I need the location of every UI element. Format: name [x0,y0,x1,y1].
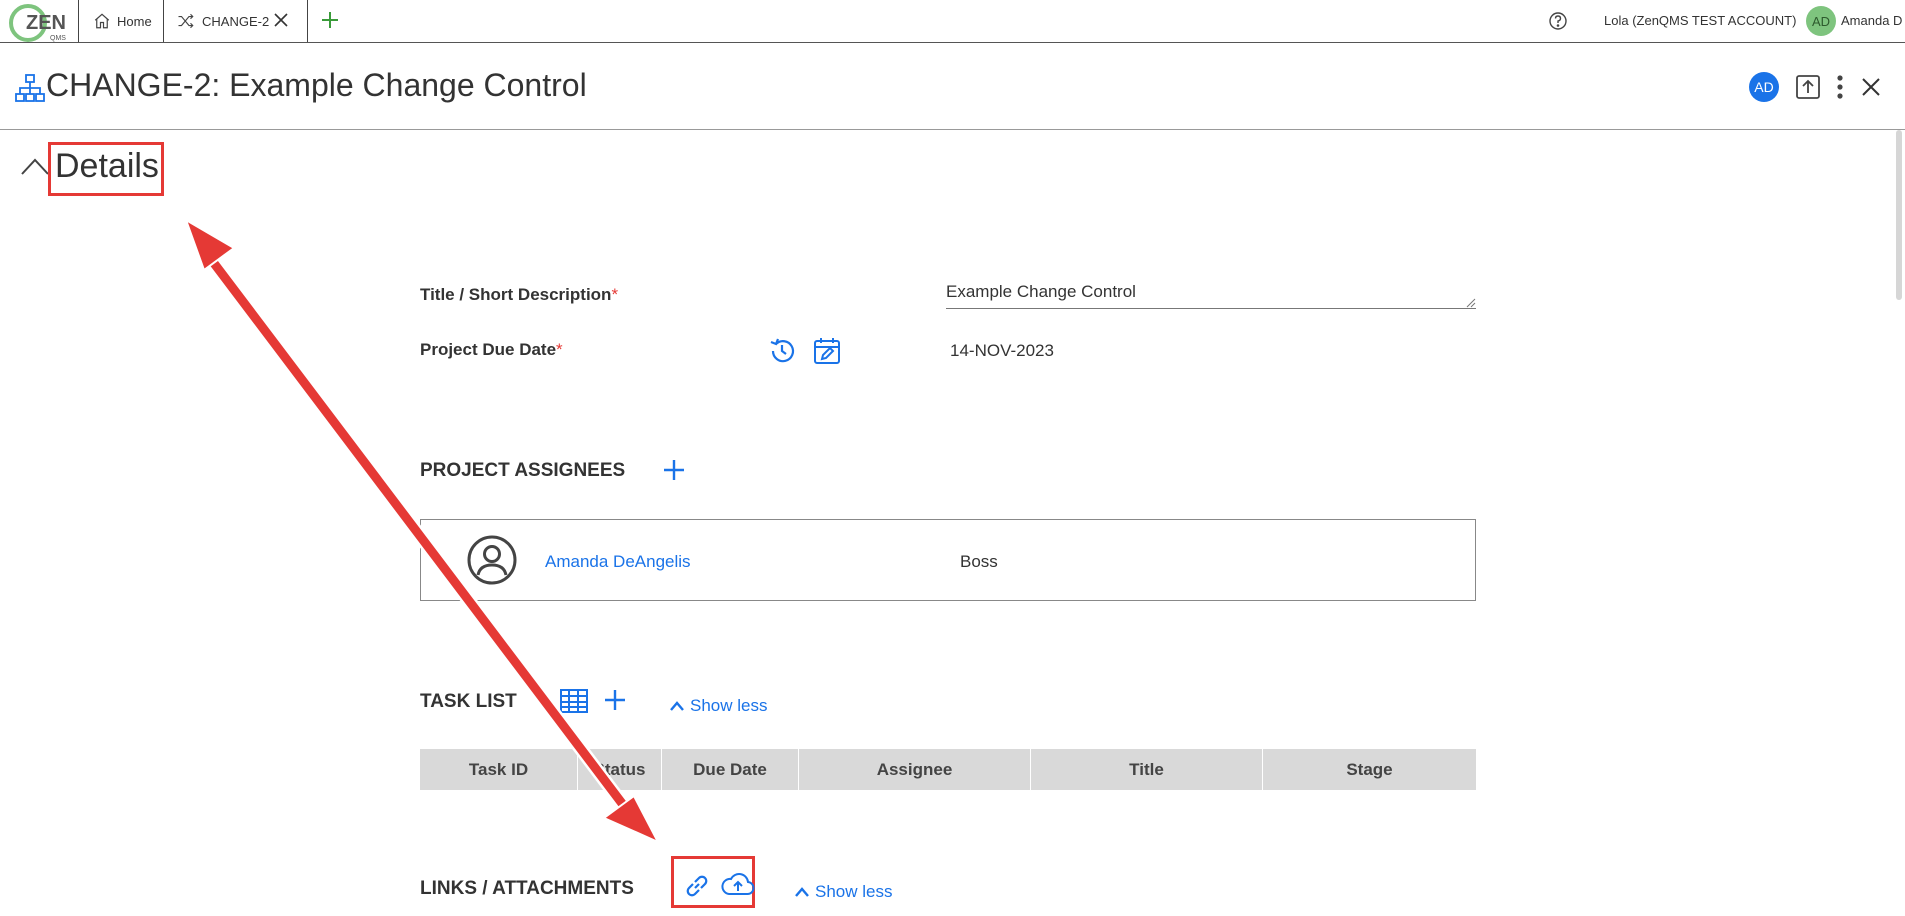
assignee-name-link[interactable]: Amanda DeAngelis [545,552,691,572]
help-icon[interactable] [1548,11,1568,31]
svg-text:ZEN: ZEN [26,12,66,34]
resize-grip-icon[interactable] [1466,298,1476,308]
task-list-show-less[interactable]: Show less [670,696,767,716]
task-list-heading: TASK LIST [420,691,517,712]
svg-text:QMS: QMS [50,35,66,42]
chevron-up-icon [795,887,809,897]
shuffle-icon [178,13,194,29]
home-icon [94,13,110,29]
tab-home-label: Home [117,13,152,29]
due-date-label: Project Due Date* [420,340,563,360]
scrollbar[interactable] [1896,130,1902,300]
column-header-assignee[interactable]: Assignee [799,749,1031,790]
links-show-less[interactable]: Show less [795,882,892,902]
page-title: CHANGE-2: Example Change Control [46,67,587,103]
task-table-header: Task ID Status Due Date Assignee Title S… [420,749,1476,790]
links-attachments-heading: LINKS / ATTACHMENTS [420,878,634,899]
assignee-avatar[interactable]: AD [1749,72,1779,102]
user-avatar[interactable]: AD [1806,6,1836,36]
title-label: Title / Short Description* [420,285,618,305]
link-icon[interactable] [682,871,712,901]
due-date-value: 14-NOV-2023 [950,341,1054,360]
cloud-upload-icon[interactable] [720,869,756,899]
column-header-task-id[interactable]: Task ID [420,749,578,790]
calendar-edit-icon[interactable] [812,336,842,366]
add-assignee-icon[interactable] [662,458,686,482]
chevron-up-icon[interactable] [20,156,50,176]
project-assignees-heading: PROJECT ASSIGNEES [420,460,626,481]
required-marker: * [611,285,619,304]
tab-home[interactable]: Home [78,0,164,42]
show-less-label: Show less [815,882,893,901]
user-name[interactable]: Amanda D [1841,13,1902,28]
close-icon[interactable] [1860,76,1882,98]
more-options-icon[interactable] [1834,74,1846,100]
title-label-text: Title / Short Description [420,285,612,304]
close-tab-icon[interactable] [273,12,289,28]
show-less-label: Show less [690,696,768,715]
assignee-role: Boss [960,552,998,571]
person-icon [467,535,517,585]
tab-change-label: CHANGE-2 [202,13,270,29]
due-date-label-text: Project Due Date [420,340,557,359]
required-marker: * [556,340,563,359]
column-header-status[interactable]: Status [578,749,662,790]
add-tab-icon[interactable] [320,10,340,30]
grid-view-icon[interactable] [559,688,589,714]
column-header-stage[interactable]: Stage [1263,749,1476,790]
hierarchy-icon [15,74,45,102]
details-highlight-box [48,142,164,196]
title-input[interactable]: Example Change Control [946,282,1476,309]
tab-change-2[interactable]: CHANGE-2 [164,0,308,42]
add-task-icon[interactable] [603,688,627,712]
zen-logo[interactable]: ZEN QMS [6,2,72,42]
history-icon[interactable] [767,336,797,366]
export-icon[interactable] [1794,73,1822,101]
chevron-up-icon [670,701,684,711]
account-name[interactable]: Lola (ZenQMS TEST ACCOUNT) [1604,13,1796,28]
column-header-due-date[interactable]: Due Date [662,749,799,790]
column-header-title[interactable]: Title [1031,749,1263,790]
